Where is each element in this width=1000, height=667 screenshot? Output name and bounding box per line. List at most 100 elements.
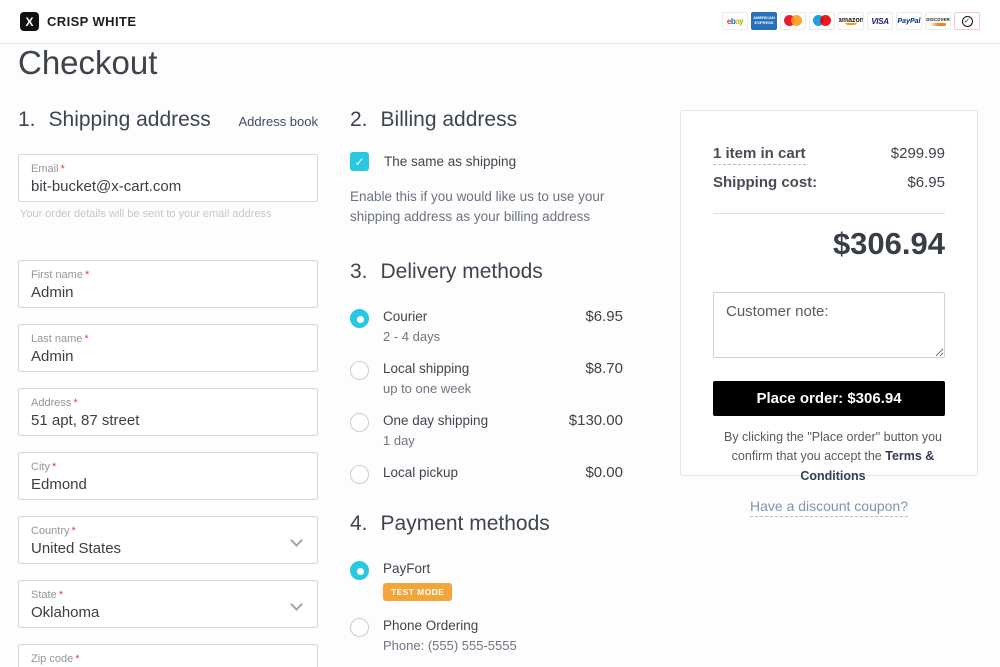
shipping-heading: 1. Shipping address — [18, 108, 211, 132]
radio-unchecked-icon[interactable] — [350, 618, 369, 637]
delivery-option-courier[interactable]: Courier 2 - 4 days $6.95 — [350, 308, 623, 344]
radio-unchecked-icon[interactable] — [350, 465, 369, 484]
items-in-cart-link[interactable]: 1 item in cart — [713, 145, 806, 165]
section-number: 3. — [350, 260, 368, 284]
option-price: $130.00 — [569, 412, 623, 429]
address-book-link[interactable]: Address book — [239, 114, 319, 129]
address-field[interactable]: Address* 51 apt, 87 street — [18, 388, 318, 436]
radio-unchecked-icon[interactable] — [350, 413, 369, 432]
shipping-address-section: 1. Shipping address Address book Email* … — [18, 108, 318, 667]
paypal-icon: PayPal — [896, 12, 922, 30]
required-mark: * — [84, 333, 88, 345]
option-note: 2 - 4 days — [383, 329, 577, 344]
email-field[interactable]: Email* bit-bucket@x-cart.com — [18, 154, 318, 202]
required-mark: * — [59, 589, 63, 601]
echeck-icon: ✓ — [954, 12, 980, 30]
first-name-label: First name — [31, 269, 83, 281]
state-label: State — [31, 589, 57, 601]
option-price: $0.00 — [585, 464, 623, 481]
option-label: Local shipping — [383, 361, 469, 376]
zip-code-label: Zip code — [31, 653, 73, 665]
option-note: up to one week — [383, 381, 577, 396]
delivery-option-one-day[interactable]: One day shipping 1 day $130.00 — [350, 412, 623, 448]
first-name-value: Admin — [31, 284, 305, 301]
section-title: Shipping address — [49, 108, 211, 132]
country-select[interactable]: Country* United States — [18, 516, 318, 564]
brand-logo[interactable]: X CRISP WHITE — [20, 12, 136, 31]
section-title: Delivery methods — [381, 260, 543, 284]
maestro-icon — [809, 12, 835, 30]
page-title: Checkout — [18, 44, 157, 82]
email-label: Email — [31, 163, 59, 175]
top-header: X CRISP WHITE ebay AMERICAN EXPRESS amaz… — [0, 0, 1000, 44]
option-note: 1 day — [383, 433, 561, 448]
state-value: Oklahoma — [31, 604, 305, 621]
order-summary-column: 1 item in cart $299.99 Shipping cost: $6… — [680, 110, 978, 516]
option-label: Local pickup — [383, 465, 458, 480]
address-label: Address — [31, 397, 71, 409]
section-title: Payment methods — [381, 512, 550, 536]
radio-unchecked-icon[interactable] — [350, 361, 369, 380]
items-total-value: $299.99 — [891, 145, 945, 162]
option-label: One day shipping — [383, 413, 488, 428]
amazon-icon: amazon — [838, 12, 864, 30]
required-mark: * — [52, 461, 56, 473]
option-price: $8.70 — [585, 360, 623, 377]
shipping-cost-value: $6.95 — [907, 174, 945, 191]
xcart-logo-icon: X — [20, 12, 39, 31]
required-mark: * — [61, 163, 65, 175]
section-title: Billing address — [381, 108, 518, 132]
option-label: Courier — [383, 309, 427, 324]
same-as-shipping-checkbox[interactable]: ✓ The same as shipping — [350, 152, 623, 171]
required-mark: * — [85, 269, 89, 281]
customer-note-input[interactable] — [713, 292, 945, 358]
city-field[interactable]: City* Edmond — [18, 452, 318, 500]
option-note: Phone: (555) 555-5555 — [383, 638, 623, 653]
billing-heading: 2. Billing address — [350, 108, 517, 132]
radio-checked-icon[interactable] — [350, 561, 369, 580]
summary-divider — [713, 213, 945, 214]
delivery-option-local-pickup[interactable]: Local pickup $0.00 — [350, 464, 623, 484]
middle-column: 2. Billing address ✓ The same as shippin… — [350, 108, 623, 667]
first-name-field[interactable]: First name* Admin — [18, 260, 318, 308]
option-label: PayFort — [383, 561, 430, 576]
section-number: 1. — [18, 108, 36, 132]
checkbox-label: The same as shipping — [384, 154, 516, 169]
city-value: Edmond — [31, 476, 305, 493]
delivery-option-local-shipping[interactable]: Local shipping up to one week $8.70 — [350, 360, 623, 396]
option-price: $6.95 — [585, 308, 623, 325]
last-name-field[interactable]: Last name* Admin — [18, 324, 318, 372]
discover-icon: DISCOVER — [925, 12, 951, 30]
payment-icons-strip: ebay AMERICAN EXPRESS amazon VISA PayPal… — [722, 12, 980, 30]
radio-checked-icon[interactable] — [350, 309, 369, 328]
payment-options: PayFort TEST MODE Phone Ordering Phone: … — [350, 560, 623, 667]
email-value: bit-bucket@x-cart.com — [31, 178, 305, 195]
checkmark-icon: ✓ — [354, 155, 364, 169]
state-select[interactable]: State* Oklahoma — [18, 580, 318, 628]
last-name-value: Admin — [31, 348, 305, 365]
visa-icon: VISA — [867, 12, 893, 30]
required-mark: * — [72, 525, 76, 537]
payment-heading: 4. Payment methods — [350, 512, 623, 536]
required-mark: * — [75, 653, 79, 665]
mastercard-icon — [780, 12, 806, 30]
test-mode-badge: TEST MODE — [383, 583, 452, 601]
address-value: 51 apt, 87 street — [31, 412, 305, 429]
zip-code-field[interactable]: Zip code* — [18, 644, 318, 667]
shipping-cost-label: Shipping cost: — [713, 174, 817, 191]
option-label: Phone Ordering — [383, 618, 478, 633]
american-express-icon: AMERICAN EXPRESS — [751, 12, 777, 30]
discount-coupon-link[interactable]: Have a discount coupon? — [750, 498, 908, 517]
delivery-heading: 3. Delivery methods — [350, 260, 623, 284]
terms-notice: By clicking the "Place order" button you… — [713, 428, 953, 486]
country-value: United States — [31, 540, 305, 557]
checkbox-checked-icon[interactable]: ✓ — [350, 152, 369, 171]
cart-summary-card: 1 item in cart $299.99 Shipping cost: $6… — [680, 110, 978, 476]
payment-option-phone[interactable]: Phone Ordering Phone: (555) 555-5555 — [350, 617, 623, 653]
section-number: 4. — [350, 512, 368, 536]
place-order-button[interactable]: Place order: $306.94 — [713, 381, 945, 416]
brand-name: CRISP WHITE — [47, 14, 136, 29]
payment-option-payfort[interactable]: PayFort TEST MODE — [350, 560, 623, 601]
ebay-icon: ebay — [722, 12, 748, 30]
required-mark: * — [73, 397, 77, 409]
